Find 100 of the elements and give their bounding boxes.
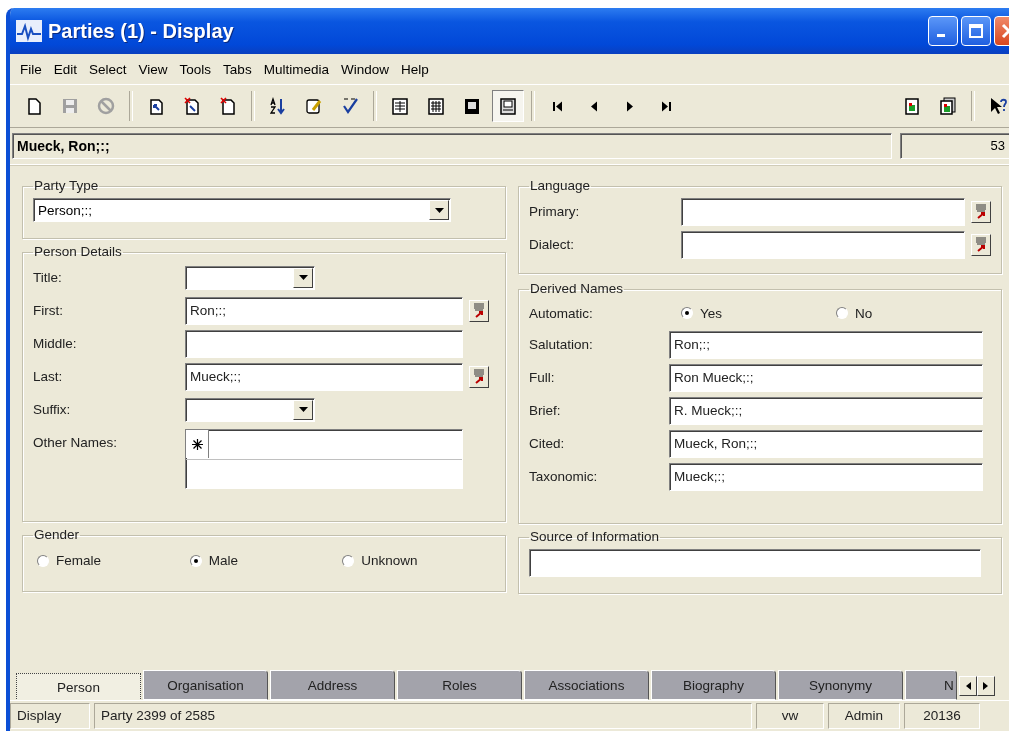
- lookup-button[interactable]: [469, 299, 489, 322]
- lookup-icon: [975, 204, 988, 219]
- lookup-button[interactable]: [971, 233, 991, 256]
- field-label: Cited:: [529, 436, 566, 451]
- tab[interactable]: Roles: [397, 670, 522, 700]
- party-type-dropdown[interactable]: Person;:;: [33, 198, 451, 222]
- lookup-button[interactable]: [469, 365, 489, 388]
- group-title: Gender: [33, 528, 81, 542]
- menu-item[interactable]: Tools: [173, 58, 218, 80]
- radio-label: Male: [208, 553, 238, 568]
- status-text: Admin: [828, 703, 900, 729]
- spell-icon: [341, 97, 359, 115]
- menu-item[interactable]: Tabs: [217, 58, 258, 80]
- grid-icon: [427, 97, 445, 115]
- sort-icon: [269, 97, 287, 115]
- lookup-icon: [473, 369, 485, 384]
- status-text: Display: [10, 703, 90, 729]
- caret-icon: [298, 407, 308, 412]
- window-title: Parties (1) - Display: [48, 19, 234, 43]
- radio-label: Unknown: [361, 553, 418, 568]
- tab[interactable]: Biography: [651, 670, 776, 700]
- doc-icon: [25, 97, 43, 115]
- input-field[interactable]: [529, 548, 981, 577]
- maximize-button[interactable]: [961, 16, 991, 46]
- status-text: Party 2399 of 2585: [94, 703, 752, 729]
- image-view-button[interactable]: [492, 90, 524, 122]
- input-field[interactable]: [681, 230, 966, 259]
- asterisk-icon: [191, 438, 203, 450]
- record-name-field: Mueck, Ron;:;: [12, 133, 892, 159]
- save-icon: [61, 97, 79, 115]
- field-label: Taxonomic:: [529, 469, 599, 484]
- field-label: Full:: [529, 370, 556, 385]
- lookup-icon: [975, 237, 988, 252]
- lookup-button[interactable]: [971, 200, 991, 223]
- group-title: Source of Information: [529, 530, 661, 544]
- field-label: Automatic:: [529, 305, 594, 321]
- input-field[interactable]: Mueck;:;: [185, 362, 463, 391]
- dropdown[interactable]: [185, 265, 315, 290]
- input-field[interactable]: Mueck, Ron;:;: [669, 429, 983, 458]
- group-title: Language: [529, 179, 592, 193]
- record-count: 53: [900, 133, 1009, 159]
- menu-item[interactable]: Select: [83, 58, 133, 80]
- input-field[interactable]: Ron Mueck;:;: [669, 363, 983, 392]
- status-text: vw: [756, 703, 824, 729]
- scroll-left-button[interactable]: [959, 676, 977, 696]
- lookup-icon: [473, 303, 485, 318]
- field-label: Last:: [33, 369, 64, 384]
- menu-item[interactable]: View: [132, 58, 174, 80]
- menu-item[interactable]: Multimedia: [257, 58, 335, 80]
- menu-item[interactable]: Window: [334, 58, 395, 80]
- input-field[interactable]: Ron;:;: [185, 296, 463, 325]
- help-icon: [989, 97, 1007, 115]
- right-arrow-icon: [983, 682, 989, 690]
- menu-item[interactable]: File: [14, 58, 48, 80]
- minimize-button[interactable]: [928, 16, 958, 46]
- tab[interactable]: Synonymy: [778, 670, 903, 700]
- field-label: Primary:: [529, 204, 581, 219]
- radio-button[interactable]: [836, 307, 848, 319]
- field-label: Dialect:: [529, 237, 575, 252]
- menu-item[interactable]: Edit: [47, 58, 84, 80]
- radio-button[interactable]: [342, 554, 355, 567]
- radio-label: No: [855, 305, 873, 321]
- input-field[interactable]: Ron;:;: [669, 330, 983, 359]
- caret-icon: [434, 207, 444, 213]
- tab[interactable]: Associations: [524, 670, 649, 700]
- app-logo-icon: [16, 20, 42, 42]
- names-table[interactable]: [185, 429, 463, 489]
- menu-item[interactable]: Help: [394, 58, 435, 80]
- input-field[interactable]: [681, 197, 966, 226]
- dropdown[interactable]: [185, 397, 315, 422]
- left-arrow-icon: [965, 682, 971, 690]
- caret-icon: [298, 275, 308, 280]
- page-icon: [499, 97, 517, 115]
- radio-label: Female: [56, 553, 101, 568]
- tab[interactable]: Organisation: [143, 670, 268, 700]
- field-label: Title:: [33, 270, 63, 285]
- field-label: Middle:: [33, 336, 78, 351]
- input-field[interactable]: Mueck;:;: [669, 462, 983, 491]
- minimize-icon: [937, 34, 945, 37]
- field-label: Salutation:: [529, 337, 594, 352]
- group-title: Person Details: [33, 245, 123, 259]
- radio-label: Yes: [700, 305, 723, 321]
- scroll-right-button[interactable]: [977, 676, 995, 696]
- tab[interactable]: Address: [270, 670, 395, 700]
- input-field[interactable]: R. Mueck;:;: [669, 396, 983, 425]
- field-label: First:: [33, 303, 64, 318]
- field-label: Other Names:: [33, 434, 119, 450]
- tab[interactable]: Person: [16, 673, 141, 700]
- radio-button[interactable]: [37, 554, 49, 567]
- radio-button[interactable]: [681, 307, 693, 319]
- maximize-icon: [968, 23, 984, 39]
- group-title: Party Type: [33, 179, 100, 193]
- note-icon: [305, 97, 323, 115]
- field-label: Suffix:: [33, 402, 72, 417]
- cancel-icon: [97, 97, 115, 115]
- tab[interactable]: N: [905, 670, 957, 700]
- input-field[interactable]: [185, 329, 463, 358]
- radio-button[interactable]: [189, 554, 202, 567]
- open-icon: [147, 97, 165, 115]
- field-label: Brief:: [529, 403, 562, 418]
